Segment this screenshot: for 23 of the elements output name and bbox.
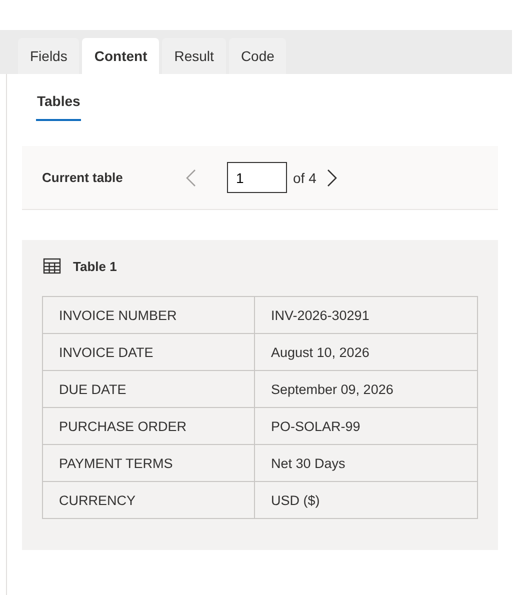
pager-label: Current table: [42, 170, 124, 185]
table-cell: PO-SOLAR-99: [254, 408, 478, 444]
table-cell: INV-2026-30291: [254, 296, 478, 334]
tab[interactable]: Code: [228, 38, 286, 74]
tab[interactable]: Fields: [18, 38, 80, 74]
table-title: Table 1: [73, 258, 117, 274]
page-total: of 4: [293, 170, 316, 186]
table-icon: [43, 258, 61, 274]
tab[interactable]: Result: [162, 38, 226, 74]
table-cell: August 10, 2026: [254, 334, 478, 370]
tab[interactable]: Tables: [36, 91, 82, 121]
table-cell: PAYMENT TERMS: [42, 444, 254, 482]
page-field[interactable]: 1: [227, 162, 287, 193]
table-cell: USD ($): [254, 482, 478, 518]
table-cell: INVOICE DATE: [42, 334, 254, 370]
table-cell: September 09, 2026: [254, 370, 478, 408]
table-cell: Net 30 Days: [254, 444, 478, 482]
table-cell: PURCHASE ORDER: [42, 408, 254, 444]
next-button[interactable]: [326, 168, 338, 186]
table-cell: DUE DATE: [42, 370, 254, 408]
tab[interactable]: Content: [82, 38, 160, 74]
table-cell: INVOICE NUMBER: [42, 296, 254, 334]
table-cell: CURRENCY: [42, 482, 254, 518]
